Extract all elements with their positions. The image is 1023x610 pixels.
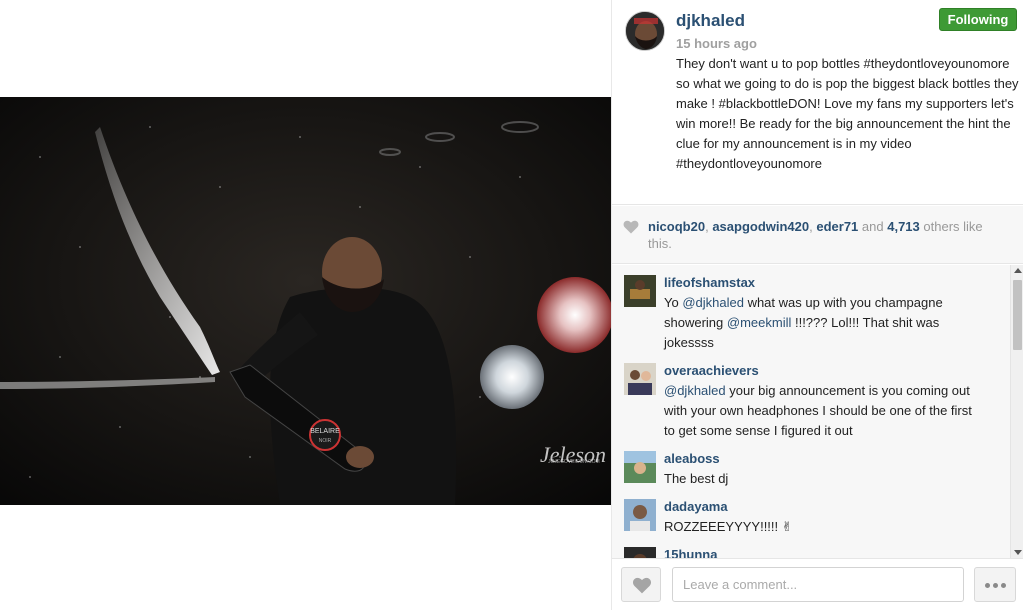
ellipsis-icon bbox=[985, 583, 990, 588]
bottle-label-top: BELAIRE bbox=[310, 428, 340, 435]
post-caption: They don't want u to pop bottles #theydo… bbox=[676, 56, 1019, 171]
mention-link[interactable]: @meekmill bbox=[727, 315, 791, 330]
comment-item: dadayama ROZZEEEYYYY!!!!! ✌ bbox=[624, 499, 1004, 539]
photo-watermark-small: JOJECOVEISON.COM bbox=[548, 459, 600, 465]
comment-text-part: Yo bbox=[664, 295, 683, 310]
commenter-avatar[interactable] bbox=[624, 451, 656, 483]
post-username[interactable]: djkhaled bbox=[676, 11, 745, 31]
post-header: djkhaled 15 hours ago Following They don… bbox=[612, 0, 1023, 205]
comment-item: overaachievers @djkhaled your big announ… bbox=[624, 363, 1004, 443]
like-button[interactable] bbox=[621, 567, 661, 602]
mention-link[interactable]: @djkhaled bbox=[664, 383, 726, 398]
liker-link[interactable]: nicoqb20 bbox=[648, 219, 705, 234]
commenter-avatar[interactable] bbox=[624, 275, 656, 307]
post-photo[interactable]: BELAIRE NOIR Jeleson JOJECOVEISON.COM bbox=[0, 97, 611, 505]
ellipsis-icon bbox=[1001, 583, 1006, 588]
comment-item: aleaboss The best dj bbox=[624, 451, 1004, 491]
ellipsis-icon bbox=[993, 583, 998, 588]
comment-username[interactable]: aleaboss bbox=[664, 451, 720, 466]
likes-and: and bbox=[861, 219, 884, 234]
avatar-image bbox=[624, 499, 656, 531]
bottle-label-bottom: NOIR bbox=[319, 438, 332, 444]
comment-username[interactable]: 15hunna bbox=[664, 547, 717, 558]
comment-text: @djkhaled your big announcement is you c… bbox=[664, 381, 979, 441]
comments-list[interactable]: lifeofshamstax Yo @djkhaled what was up … bbox=[612, 265, 1010, 558]
commenter-avatar[interactable] bbox=[624, 547, 656, 558]
likes-summary: nicoqb20, asapgodwin420, eder71 and 4,71… bbox=[648, 218, 1010, 252]
likes-count[interactable]: 4,713 bbox=[887, 219, 920, 234]
heart-icon bbox=[632, 577, 652, 594]
comment-item: 15hunna bbox=[624, 547, 1004, 558]
comment-username[interactable]: lifeofshamstax bbox=[664, 275, 755, 290]
scrollbar-thumb[interactable] bbox=[1013, 280, 1022, 350]
avatar-image bbox=[624, 451, 656, 483]
arrow-down-icon[interactable] bbox=[1014, 550, 1022, 555]
comment-item: lifeofshamstax Yo @djkhaled what was up … bbox=[624, 275, 1004, 355]
heart-icon bbox=[623, 220, 639, 234]
avatar-image bbox=[624, 363, 656, 395]
commenter-avatar[interactable] bbox=[624, 363, 656, 395]
avatar-image bbox=[626, 12, 664, 50]
comments-scrollbar[interactable] bbox=[1010, 265, 1023, 558]
avatar-image bbox=[624, 275, 656, 307]
avatar-image bbox=[624, 547, 656, 558]
more-options-button[interactable] bbox=[974, 567, 1016, 602]
liker-link[interactable]: eder71 bbox=[816, 219, 858, 234]
likes-bar: nicoqb20, asapgodwin420, eder71 and 4,71… bbox=[612, 206, 1023, 264]
comment-text: The best dj bbox=[664, 471, 729, 486]
arrow-up-icon[interactable] bbox=[1014, 268, 1022, 273]
comment-text: ROZZEEEYYYY!!!!! ✌ bbox=[664, 519, 793, 534]
comment-input[interactable] bbox=[672, 567, 964, 602]
photo-illustration: BELAIRE NOIR Jeleson JOJECOVEISON.COM bbox=[0, 97, 611, 505]
liker-link[interactable]: asapgodwin420 bbox=[712, 219, 809, 234]
comment-username[interactable]: overaachievers bbox=[664, 363, 759, 378]
comment-footer bbox=[612, 558, 1023, 610]
post-timestamp[interactable]: 15 hours ago bbox=[676, 36, 757, 51]
mention-link[interactable]: @djkhaled bbox=[682, 295, 744, 310]
post-details-panel: djkhaled 15 hours ago Following They don… bbox=[611, 0, 1023, 610]
photo-panel: BELAIRE NOIR Jeleson JOJECOVEISON.COM bbox=[0, 0, 611, 610]
comment-text: Yo @djkhaled what was up with you champa… bbox=[664, 293, 979, 353]
commenter-avatar[interactable] bbox=[624, 499, 656, 531]
comment-username[interactable]: dadayama bbox=[664, 499, 728, 514]
avatar[interactable] bbox=[625, 11, 665, 51]
following-button[interactable]: Following bbox=[939, 8, 1017, 31]
